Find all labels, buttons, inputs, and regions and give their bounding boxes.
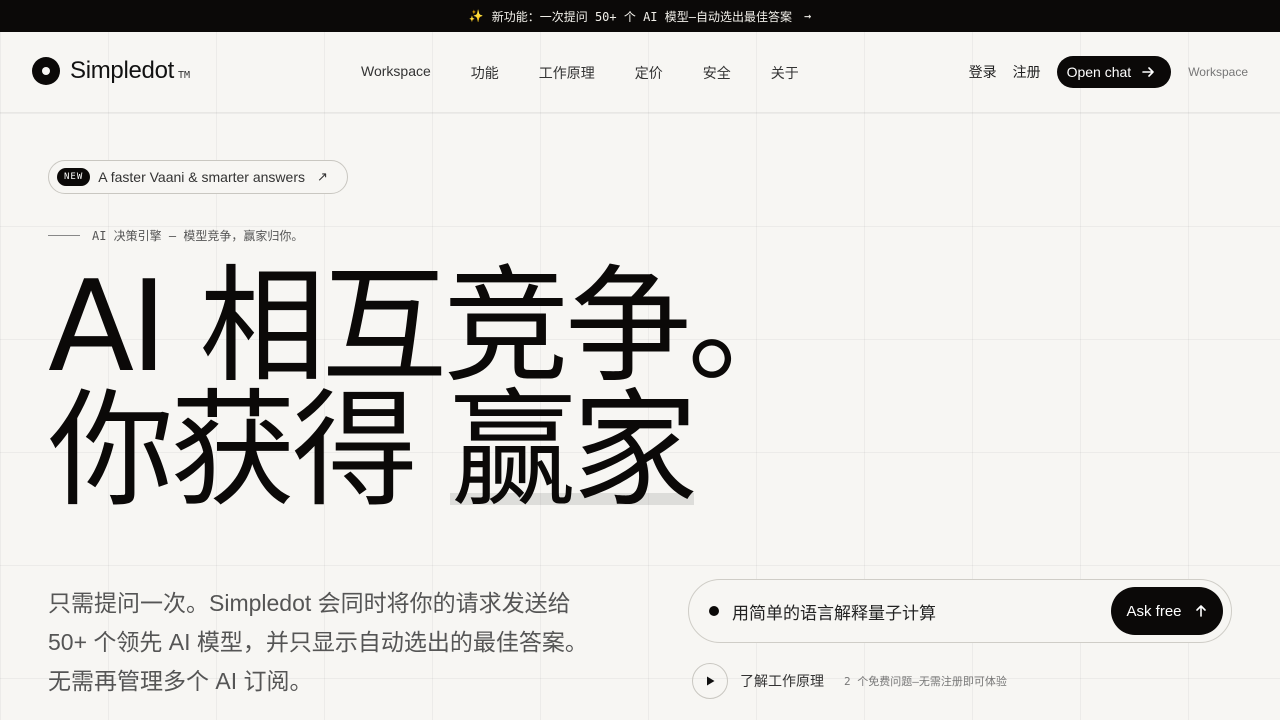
learn-more: 了解工作原理 2 个免费问题—无需注册即可体验 (692, 663, 1007, 699)
site-header: Simpledot TM Workspace 功能 工作原理 定价 安全 关于 … (0, 32, 1280, 113)
open-chat-label: Open chat (1066, 64, 1132, 80)
nav-item-pricing[interactable]: 定价 (635, 63, 663, 83)
headline-line-2-prefix: 你获得 (48, 377, 451, 524)
arrow-right-icon: → (803, 9, 812, 23)
arrow-right-icon (1142, 67, 1154, 77)
learn-how-link[interactable]: 了解工作原理 (740, 671, 824, 691)
announcement-pill[interactable]: NEW A faster Vaani & smarter answers ↗ (48, 160, 348, 194)
nav-item-security[interactable]: 安全 (703, 63, 731, 83)
arrow-up-icon (1195, 605, 1206, 617)
sparkle-icon: ✨ (468, 9, 484, 23)
kicker-line (48, 235, 80, 236)
status-dot-icon (709, 606, 719, 616)
play-icon (707, 676, 715, 686)
logo-mark-icon (32, 57, 60, 85)
hero-subtext: 只需提问一次。Simpledot 会同时将你的请求发送给 50+ 个领先 AI … (48, 590, 588, 694)
announcement-bar[interactable]: ✨ 新功能：一次提问 50+ 个 AI 模型—自动选出最佳答案 → (0, 0, 1280, 32)
kicker-text: AI 决策引擎 — 模型竞争，赢家归你。 (92, 229, 304, 243)
trademark: TM (178, 69, 191, 81)
headline-highlight: 赢家 (450, 377, 698, 524)
ask-box[interactable]: 用简单的语言解释量子计算 Ask free (688, 579, 1232, 643)
hero-headline: AI 相互竞争。 你获得 赢家 (48, 264, 813, 524)
auth-nav: 登录 注册 Open chat Workspace (969, 56, 1248, 88)
open-chat-button[interactable]: Open chat (1056, 56, 1172, 88)
nav-item-how-it-works[interactable]: 工作原理 (539, 63, 595, 83)
nav-item-features[interactable]: 功能 (471, 63, 499, 83)
kicker: AI 决策引擎 — 模型竞争，赢家归你。 (48, 227, 303, 244)
nav-item-workspace[interactable]: Workspace (361, 63, 431, 83)
ask-free-label: Ask free (1126, 602, 1182, 620)
pill-text: A faster Vaani & smarter answers (98, 169, 305, 185)
logo[interactable]: Simpledot TM (32, 57, 190, 85)
new-badge: NEW (57, 168, 91, 186)
register-link[interactable]: 注册 (1013, 62, 1041, 82)
free-questions-note: 2 个免费问题—无需注册即可体验 (844, 675, 1007, 688)
login-link[interactable]: 登录 (969, 62, 997, 82)
play-button[interactable] (692, 663, 728, 699)
arrow-up-right-icon: ↗ (316, 169, 328, 184)
main-nav: Workspace 功能 工作原理 定价 安全 关于 (361, 63, 799, 83)
ask-free-button[interactable]: Ask free (1111, 587, 1223, 635)
workspace-link[interactable]: Workspace (1188, 65, 1248, 79)
nav-item-about[interactable]: 关于 (771, 63, 799, 83)
brand-name: Simpledot (70, 57, 175, 84)
announcement-text: 新功能：一次提问 50+ 个 AI 模型—自动选出最佳答案 (491, 9, 792, 24)
